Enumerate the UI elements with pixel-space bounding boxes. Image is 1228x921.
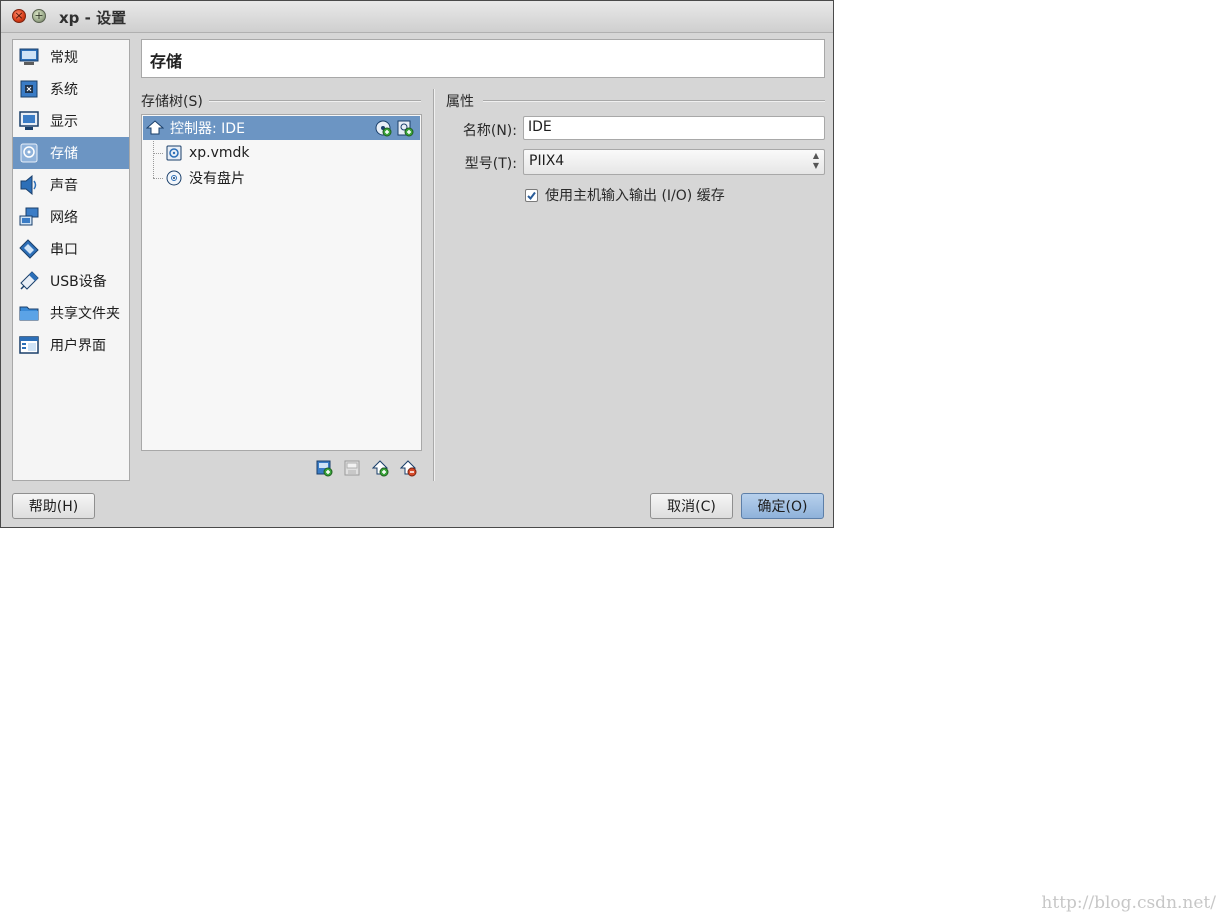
group-divider <box>209 100 421 102</box>
close-icon: × <box>14 9 24 22</box>
settings-sidebar: 常规 系统 显示 存储 声音 网络 串口 USB设备 共享文件夹 用户界面 <box>12 39 130 481</box>
ui-window-icon <box>17 334 41 356</box>
tree-item-label: xp.vmdk <box>189 145 250 161</box>
sidebar-item-shared-folders[interactable]: 共享文件夹 <box>13 297 129 329</box>
controller-actions <box>374 119 414 137</box>
sidebar-item-label: 声音 <box>50 178 78 194</box>
speaker-icon <box>17 174 41 196</box>
add-controller-icon[interactable] <box>315 459 333 477</box>
sidebar-item-serial-ports[interactable]: 串口 <box>13 233 129 265</box>
controller-label: 控制器: IDE <box>170 121 245 137</box>
chip-icon <box>17 78 41 100</box>
name-field-label: 名称(N): <box>462 123 517 139</box>
add-hard-disk-icon[interactable] <box>396 119 414 137</box>
sidebar-item-usb[interactable]: USB设备 <box>13 265 129 297</box>
type-field-label: 型号(T): <box>464 156 517 172</box>
panel-divider <box>433 89 435 481</box>
tree-item-optical-empty[interactable]: 没有盘片 <box>143 166 420 190</box>
network-icon <box>17 206 41 228</box>
cancel-button[interactable]: 取消(C) <box>650 493 733 519</box>
window-close-button[interactable]: × <box>12 9 26 23</box>
sidebar-item-label: 共享文件夹 <box>50 306 120 322</box>
maximize-icon: + <box>34 9 44 22</box>
sidebar-item-label: 用户界面 <box>50 338 106 354</box>
controller-type-value: PIIX4 <box>529 153 565 169</box>
sidebar-item-label: 常规 <box>50 50 78 66</box>
sidebar-item-system[interactable]: 系统 <box>13 73 129 105</box>
window-title: xp - 设置 <box>59 9 127 27</box>
add-attachment-icon[interactable] <box>371 459 389 477</box>
remove-attachment-icon[interactable] <box>399 459 417 477</box>
sidebar-item-label: USB设备 <box>50 274 107 290</box>
sidebar-item-general[interactable]: 常规 <box>13 41 129 73</box>
controller-type-select[interactable]: PIIX4 ▲ ▼ <box>523 149 825 175</box>
sidebar-item-label: 串口 <box>50 242 78 258</box>
hard-disk-icon <box>165 144 183 162</box>
tree-item-hard-disk[interactable]: xp.vmdk <box>143 141 420 165</box>
page-header: 存储 <box>141 39 825 78</box>
controller-name-field[interactable]: IDE <box>523 116 825 140</box>
tree-item-controller-ide[interactable]: 控制器: IDE <box>143 116 420 140</box>
display-icon <box>17 110 41 132</box>
sidebar-item-network[interactable]: 网络 <box>13 201 129 233</box>
optical-disc-icon <box>165 169 183 187</box>
monitor-icon <box>17 46 41 68</box>
serial-port-icon <box>17 238 41 260</box>
remove-controller-icon[interactable] <box>343 459 361 477</box>
ok-button[interactable]: 确定(O) <box>741 493 824 519</box>
tree-item-label: 没有盘片 <box>189 171 245 187</box>
host-io-cache-option[interactable]: 使用主机输入输出 (I/O) 缓存 <box>525 185 725 205</box>
host-io-cache-label: 使用主机输入输出 (I/O) 缓存 <box>545 188 725 204</box>
title-bar: × + xp - 设置 <box>1 1 833 33</box>
storage-tree-toolbar <box>315 459 417 477</box>
settings-window: × + xp - 设置 常规 系统 显示 存储 声音 网络 串口 USB设备 共… <box>0 0 834 528</box>
sidebar-item-label: 系统 <box>50 82 78 98</box>
folder-icon <box>17 302 41 324</box>
sidebar-item-label: 存储 <box>50 146 78 162</box>
host-io-cache-checkbox[interactable] <box>525 188 538 202</box>
storage-tree-label: 存储树(S) <box>141 94 203 110</box>
sidebar-item-user-interface[interactable]: 用户界面 <box>13 329 129 361</box>
ide-controller-icon <box>146 119 164 137</box>
spinner-arrows-icon: ▲ ▼ <box>812 151 819 170</box>
sidebar-item-display[interactable]: 显示 <box>13 105 129 137</box>
usb-icon <box>17 270 41 292</box>
help-button[interactable]: 帮助(H) <box>12 493 95 519</box>
window-maximize-button[interactable]: + <box>32 9 46 23</box>
sidebar-item-storage[interactable]: 存储 <box>13 137 129 169</box>
sidebar-item-label: 网络 <box>50 210 78 226</box>
add-cd-icon[interactable] <box>374 119 392 137</box>
storage-icon <box>17 142 41 164</box>
storage-tree[interactable]: 控制器: IDE xp.vmdk 没有盘片 <box>141 114 422 451</box>
checkmark-icon <box>527 191 536 200</box>
watermark-text: http://blog.csdn.net/ <box>1041 893 1216 913</box>
attributes-section-label: 属性 <box>446 94 474 110</box>
sidebar-item-audio[interactable]: 声音 <box>13 169 129 201</box>
sidebar-item-label: 显示 <box>50 114 78 130</box>
page-title: 存储 <box>150 52 183 71</box>
group-divider <box>483 100 825 102</box>
